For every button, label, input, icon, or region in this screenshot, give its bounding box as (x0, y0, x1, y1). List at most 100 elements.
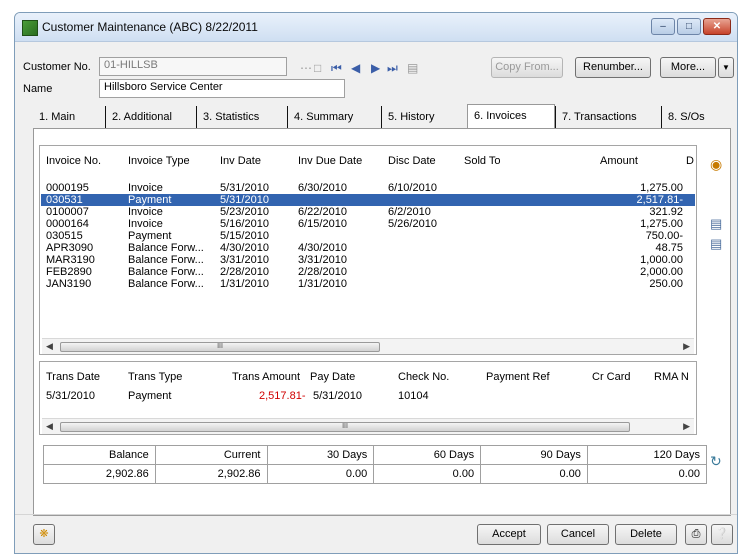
aging-120-value: 0.00 (586, 464, 708, 484)
tab-sales-orders[interactable]: 8. S/Os (661, 106, 705, 128)
col-payment-ref[interactable]: Payment Ref (486, 371, 550, 383)
delete-button[interactable]: Delete (615, 524, 677, 545)
tab-history[interactable]: 5. History (381, 106, 434, 128)
invoice-no-cell: FEB2890 (46, 266, 92, 278)
table-row[interactable]: 0100007 Invoice 5/23/2010 6/22/2010 6/2/2010… (41, 206, 695, 218)
aging-header-current: Current (154, 445, 268, 465)
amount-cell: 48.75 (655, 242, 683, 254)
memo-icon[interactable]: ▤ (407, 61, 418, 75)
scroll-thumb[interactable]: III (60, 342, 380, 352)
aging-balance-value: 2,902.86 (43, 464, 156, 484)
col-trans-date[interactable]: Trans Date (46, 371, 100, 383)
inv-due-date-cell: 6/22/2010 (298, 206, 347, 218)
next-record-icon[interactable]: ▶ (371, 61, 380, 75)
first-record-icon[interactable]: ⏮ (331, 61, 342, 76)
more-dropdown-icon[interactable]: ▼ (718, 57, 734, 78)
inv-due-date-cell: 4/30/2010 (298, 242, 347, 254)
scroll-right-icon[interactable]: ▶ (683, 421, 690, 432)
inv-date-cell: 3/31/2010 (220, 254, 269, 266)
binoculars-icon[interactable]: ◉ (710, 156, 724, 172)
accept-button[interactable]: Accept (477, 524, 541, 545)
table-row[interactable]: 030531 Payment 5/31/2010 2,517.81- (41, 194, 695, 206)
col-disc-date[interactable]: Disc Date (388, 155, 436, 167)
col-rma-no[interactable]: RMA N (654, 371, 689, 383)
amount-cell: 321.92 (649, 206, 683, 218)
refresh-aging-icon[interactable]: ↻ (710, 453, 724, 469)
invoices-hscroll[interactable]: ◀ III ▶ (42, 338, 694, 354)
col-d[interactable]: D (686, 155, 694, 167)
tab-additional[interactable]: 2. Additional (105, 106, 172, 128)
table-row[interactable]: FEB2890 Balance Forw... 2/28/2010 2/28/2010… (41, 266, 695, 278)
help-icon[interactable]: ❔ (711, 524, 733, 545)
transactions-grid: Trans Date Trans Type Trans Amount Pay D… (39, 361, 697, 435)
minimize-icon[interactable]: – (651, 18, 675, 35)
invoice-type-cell: Invoice (128, 182, 163, 194)
scroll-left-icon[interactable]: ◀ (46, 341, 53, 352)
aging-60-value: 0.00 (373, 464, 482, 484)
inv-due-date-cell: 2/28/2010 (298, 266, 347, 278)
transactions-header: Trans Date Trans Type Trans Amount Pay D… (40, 362, 696, 384)
table-row[interactable]: 0000164 Invoice 5/16/2010 6/15/2010 5/26/201… (41, 218, 695, 230)
amount-cell: 1,275.00 (640, 218, 683, 230)
copy-from-button[interactable]: Copy From... (491, 57, 563, 78)
aging-header-120: 120 Days (586, 445, 708, 465)
more-button[interactable]: More... (660, 57, 716, 78)
invoice-type-cell: Invoice (128, 206, 163, 218)
disc-date-cell: 6/2/2010 (388, 206, 431, 218)
tab-transactions[interactable]: 7. Transactions (555, 106, 637, 128)
printer-icon[interactable]: ⎙ (685, 524, 707, 545)
tab-main[interactable]: 1. Main (33, 106, 75, 128)
invoice-no-cell: 030531 (46, 194, 83, 206)
transactions-hscroll[interactable]: ◀ III ▶ (42, 418, 694, 434)
col-invoice-type[interactable]: Invoice Type (128, 155, 190, 167)
col-amount[interactable]: Amount (600, 155, 638, 167)
inv-date-cell: 2/28/2010 (220, 266, 269, 278)
col-sold-to[interactable]: Sold To (464, 155, 501, 167)
inv-due-date-cell: 1/31/2010 (298, 278, 347, 290)
table-row[interactable]: 5/31/2010 Payment 2,517.81- 5/31/2010 10… (41, 390, 695, 402)
customer-no-field[interactable]: 01-HILLSB (99, 57, 287, 76)
invoice-printer-icon[interactable]: ▤ (710, 216, 724, 231)
col-check-no[interactable]: Check No. (398, 371, 449, 383)
scroll-left-icon[interactable]: ◀ (46, 421, 53, 432)
trans-date-cell: 5/31/2010 (46, 390, 95, 402)
lookup-icon[interactable]: ⋯ (300, 61, 312, 75)
blank-icon[interactable]: □ (314, 61, 321, 75)
scroll-thumb[interactable]: III (60, 422, 630, 432)
name-field[interactable]: Hillsboro Service Center (99, 79, 345, 98)
col-trans-amount[interactable]: Trans Amount (232, 371, 300, 383)
inv-date-cell: 1/31/2010 (220, 278, 269, 290)
name-label: Name (23, 83, 53, 95)
col-cr-card[interactable]: Cr Card (592, 371, 631, 383)
invoice-type-cell: Balance Forw... (128, 278, 204, 290)
tab-statistics[interactable]: 3. Statistics (196, 106, 259, 128)
col-inv-date[interactable]: Inv Date (220, 155, 261, 167)
amount-cell: 2,517.81- (636, 194, 683, 206)
maximize-icon[interactable]: □ (677, 18, 701, 35)
col-pay-date[interactable]: Pay Date (310, 371, 355, 383)
history-printer-icon[interactable]: ▤ (710, 236, 724, 251)
inv-date-cell: 5/16/2010 (220, 218, 269, 230)
col-inv-due-date[interactable]: Inv Due Date (298, 155, 362, 167)
col-trans-type[interactable]: Trans Type (128, 371, 182, 383)
close-icon[interactable]: ✕ (703, 18, 731, 35)
table-row[interactable]: APR3090 Balance Forw... 4/30/2010 4/30/2010… (41, 242, 695, 254)
invoices-header: Invoice No. Invoice Type Inv Date Inv Du… (40, 146, 696, 168)
table-row[interactable]: 030515 Payment 5/15/2010 750.00- (41, 230, 695, 242)
table-row[interactable]: MAR3190 Balance Forw... 3/31/2010 3/31/2010… (41, 254, 695, 266)
tab-invoices[interactable]: 6. Invoices (467, 104, 555, 129)
col-invoice-no[interactable]: Invoice No. (46, 155, 101, 167)
table-row[interactable]: 0000195 Invoice 5/31/2010 6/30/2010 6/10/201… (41, 182, 695, 194)
invoice-no-cell: 0000195 (46, 182, 89, 194)
cancel-button[interactable]: Cancel (547, 524, 609, 545)
scroll-right-icon[interactable]: ▶ (683, 341, 690, 352)
invoice-type-cell: Invoice (128, 218, 163, 230)
tab-summary[interactable]: 4. Summary (287, 106, 353, 128)
last-record-icon[interactable]: ⏭ (387, 61, 398, 76)
help-wheel-icon[interactable]: ❋ (33, 524, 55, 545)
renumber-button[interactable]: Renumber... (575, 57, 651, 78)
pay-date-cell: 5/31/2010 (313, 390, 362, 402)
previous-record-icon[interactable]: ◀ (351, 61, 360, 75)
table-row[interactable]: JAN3190 Balance Forw... 1/31/2010 1/31/2010… (41, 278, 695, 290)
aging-summary-table: Balance Current 30 Days 60 Days 90 Days … (43, 445, 708, 484)
